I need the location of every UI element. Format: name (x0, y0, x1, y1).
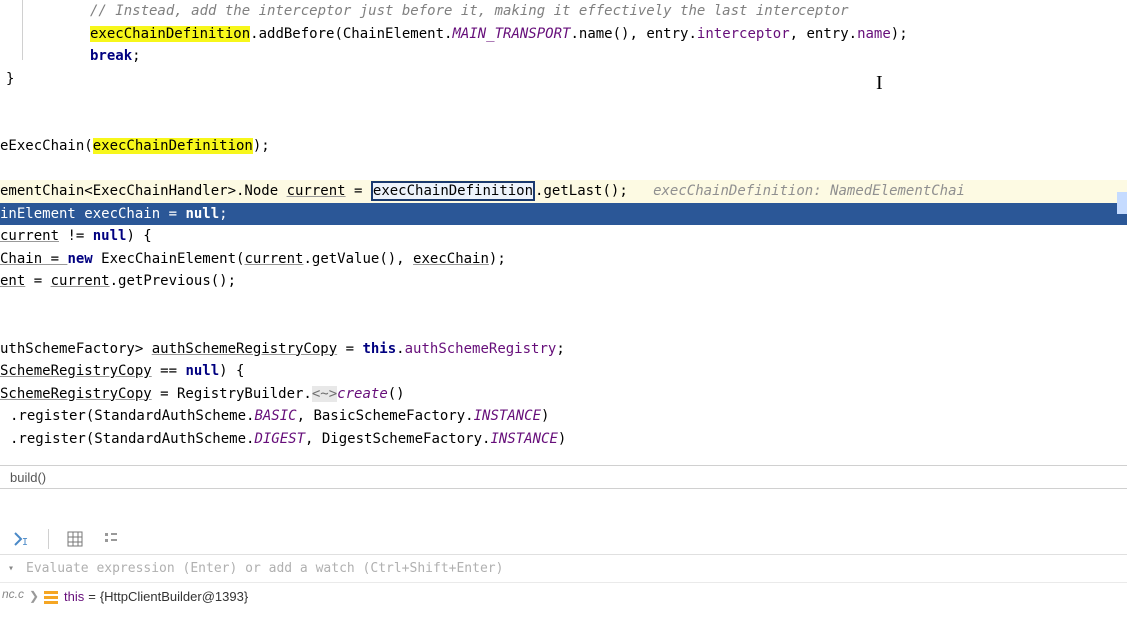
code-statement: execChainDefinition.addBefore(ChainEleme… (0, 23, 1127, 46)
variable-row[interactable]: ❯ this = {HttpClientBuilder@1393} (28, 585, 1127, 607)
breadcrumb[interactable]: build() (0, 465, 1127, 489)
code-assign: ent = current.getPrevious(); (0, 270, 1127, 293)
code-if: SchemeRegistryCopy == null) { (0, 360, 1127, 383)
vars-source-label: nc.c (0, 583, 28, 609)
tree-icon[interactable] (101, 529, 121, 549)
svg-text:I: I (22, 537, 28, 548)
code-call: eExecChain(execChainDefinition); (0, 135, 1127, 158)
variable-name: this (64, 589, 84, 604)
code-register: .register(StandardAuthScheme.DIGEST, Dig… (0, 428, 1127, 451)
variable-value: {HttpClientBuilder@1393} (100, 589, 248, 604)
breadcrumb-method[interactable]: build() (10, 470, 46, 485)
debug-toolbar: I (0, 523, 1127, 555)
fold-guide (22, 0, 23, 60)
code-if: current != null) { (0, 225, 1127, 248)
code-current-line: ementChain<ExecChainHandler>.Node curren… (0, 180, 1127, 203)
chevron-down-icon[interactable]: ▾ (4, 563, 18, 574)
evaluate-expression-input[interactable] (18, 557, 1123, 580)
code-comment: // Instead, add the interceptor just bef… (0, 3, 849, 19)
watch-input-row: ▾ (0, 555, 1127, 583)
separator (48, 529, 49, 549)
code-decl: uthSchemeFactory> authSchemeRegistryCopy… (0, 338, 1127, 361)
code-editor[interactable]: // Instead, add the interceptor just bef… (0, 0, 1127, 465)
code-builder: SchemeRegistryCopy = RegistryBuilder.<~>… (0, 383, 1127, 406)
expand-icon[interactable]: ❯ (28, 589, 40, 603)
variables-tree[interactable]: ❯ this = {HttpClientBuilder@1393} (28, 583, 1127, 609)
code-brace: } (0, 68, 1127, 91)
code-assign: Chain = new ExecChainElement(current.get… (0, 248, 1127, 271)
code-register: .register(StandardAuthScheme.BASIC, Basi… (0, 405, 1127, 428)
text-caret: I (876, 72, 883, 95)
code-break: break; (0, 45, 1127, 68)
scrollbar-marker[interactable] (1117, 192, 1127, 214)
eq: = (88, 589, 96, 604)
evaluate-icon[interactable]: I (12, 529, 32, 549)
variables-panel: nc.c ❯ this = {HttpClientBuilder@1393} (0, 583, 1127, 609)
grid-icon[interactable] (65, 529, 85, 549)
code-exec-line: inElement execChain = null; (0, 203, 1127, 226)
object-icon (44, 589, 60, 603)
panel-spacer (0, 489, 1127, 523)
